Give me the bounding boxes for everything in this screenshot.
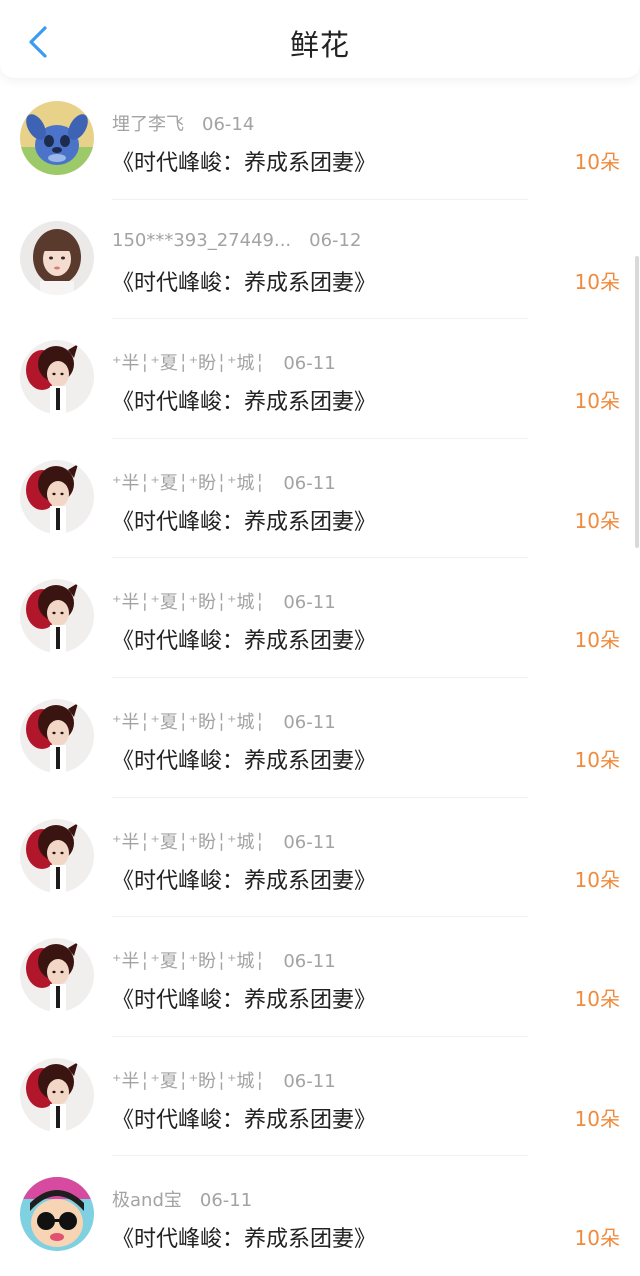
avatar[interactable] bbox=[20, 938, 94, 1013]
avatar[interactable] bbox=[20, 220, 94, 295]
user-meta: ⁺半╎⁺夏╎⁺盼╎⁺城╎ 06-11 bbox=[112, 588, 336, 614]
user-meta: ⁺半╎⁺夏╎⁺盼╎⁺城╎ 06-11 bbox=[112, 708, 336, 734]
book-title[interactable]: 《时代峰峻：养成系团妻》 bbox=[112, 623, 376, 655]
user-meta: ⁺半╎⁺夏╎⁺盼╎⁺城╎ 06-11 bbox=[112, 1067, 336, 1093]
list-item[interactable]: ⁺半╎⁺夏╎⁺盼╎⁺城╎ 06-11 《时代峰峻：养成系团妻》 10朵 bbox=[0, 319, 640, 439]
timestamp: 06-11 bbox=[283, 472, 336, 494]
username[interactable]: 极and宝 bbox=[112, 1190, 182, 1211]
list-item[interactable]: ⁺半╎⁺夏╎⁺盼╎⁺城╎ 06-11 《时代峰峻：养成系团妻》 10朵 bbox=[0, 439, 640, 559]
flower-amount: 10朵 bbox=[574, 150, 620, 174]
timestamp: 06-11 bbox=[283, 951, 336, 973]
book-title[interactable]: 《时代峰峻：养成系团妻》 bbox=[112, 863, 376, 895]
book-title[interactable]: 《时代峰峻：养成系团妻》 bbox=[112, 982, 376, 1014]
book-title[interactable]: 《时代峰峻：养成系团妻》 bbox=[112, 145, 376, 177]
avatar[interactable] bbox=[20, 1177, 94, 1252]
username[interactable]: ⁺半╎⁺夏╎⁺盼╎⁺城╎ bbox=[112, 712, 265, 733]
list-item[interactable]: ⁺半╎⁺夏╎⁺盼╎⁺城╎ 06-11 《时代峰峻：养成系团妻》 10朵 bbox=[0, 678, 640, 798]
list-item[interactable]: ⁺半╎⁺夏╎⁺盼╎⁺城╎ 06-11 《时代峰峻：养成系团妻》 10朵 bbox=[0, 1037, 640, 1157]
book-title[interactable]: 《时代峰峻：养成系团妻》 bbox=[112, 265, 376, 297]
user-meta: ⁺半╎⁺夏╎⁺盼╎⁺城╎ 06-11 bbox=[112, 947, 336, 973]
flower-amount: 10朵 bbox=[574, 269, 620, 294]
top-nav-bar: 鲜花 bbox=[0, 0, 640, 78]
avatar[interactable] bbox=[20, 579, 94, 654]
user-meta: 极and宝 06-11 bbox=[112, 1186, 252, 1212]
book-title[interactable]: 《时代峰峻：养成系团妻》 bbox=[112, 1221, 376, 1253]
flower-amount: 10朵 bbox=[574, 747, 620, 772]
book-title[interactable]: 《时代峰峻：养成系团妻》 bbox=[112, 743, 376, 775]
avatar[interactable] bbox=[20, 1057, 94, 1132]
flower-amount: 10朵 bbox=[574, 1106, 620, 1131]
user-meta: ⁺半╎⁺夏╎⁺盼╎⁺城╎ 06-11 bbox=[112, 469, 336, 495]
flower-amount: 10朵 bbox=[574, 389, 620, 414]
scrollbar[interactable] bbox=[635, 256, 639, 548]
book-title[interactable]: 《时代峰峻：养成系团妻》 bbox=[112, 504, 376, 536]
timestamp: 06-11 bbox=[199, 1190, 253, 1212]
flower-amount: 10朵 bbox=[574, 987, 620, 1012]
flower-amount: 10朵 bbox=[574, 867, 620, 892]
list-item[interactable]: 150***393_27449... 06-12 《时代峰峻：养成系团妻》 10朵 bbox=[0, 200, 640, 320]
page-title: 鲜花 bbox=[289, 28, 350, 62]
timestamp: 06-14 bbox=[202, 114, 255, 135]
book-title[interactable]: 《时代峰峻：养成系团妻》 bbox=[112, 1102, 376, 1134]
flower-amount: 10朵 bbox=[574, 628, 620, 653]
flower-amount: 10朵 bbox=[574, 1226, 620, 1251]
avatar[interactable] bbox=[20, 101, 94, 175]
username[interactable]: ⁺半╎⁺夏╎⁺盼╎⁺城╎ bbox=[112, 592, 265, 613]
username[interactable]: ⁺半╎⁺夏╎⁺盼╎⁺城╎ bbox=[112, 832, 265, 853]
timestamp: 06-11 bbox=[283, 1070, 336, 1092]
timestamp: 06-11 bbox=[283, 353, 336, 375]
username[interactable]: ⁺半╎⁺夏╎⁺盼╎⁺城╎ bbox=[112, 951, 265, 972]
username[interactable]: 150***393_27449... bbox=[112, 230, 291, 251]
user-meta: ⁺半╎⁺夏╎⁺盼╎⁺城╎ 06-11 bbox=[112, 349, 336, 375]
list-item[interactable]: ⁺半╎⁺夏╎⁺盼╎⁺城╎ 06-11 《时代峰峻：养成系团妻》 10朵 bbox=[0, 798, 640, 918]
flower-record-list: 埋了李飞 06-14 《时代峰峻：养成系团妻》 10朵 150***393_27449.… bbox=[0, 80, 640, 1276]
list-item[interactable]: 极and宝 06-11 《时代峰峻：养成系团妻》 10朵 bbox=[0, 1156, 640, 1276]
timestamp: 06-11 bbox=[283, 831, 336, 853]
username[interactable]: ⁺半╎⁺夏╎⁺盼╎⁺城╎ bbox=[112, 1071, 265, 1092]
list-item[interactable]: ⁺半╎⁺夏╎⁺盼╎⁺城╎ 06-11 《时代峰峻：养成系团妻》 10朵 bbox=[0, 917, 640, 1037]
list-item[interactable]: ⁺半╎⁺夏╎⁺盼╎⁺城╎ 06-11 《时代峰峻：养成系团妻》 10朵 bbox=[0, 558, 640, 678]
list-item[interactable]: 埋了李飞 06-14 《时代峰峻：养成系团妻》 10朵 bbox=[0, 80, 640, 200]
book-title[interactable]: 《时代峰峻：养成系团妻》 bbox=[112, 384, 376, 416]
timestamp: 06-11 bbox=[283, 592, 336, 614]
avatar[interactable] bbox=[20, 459, 94, 534]
avatar[interactable] bbox=[20, 818, 94, 893]
user-meta: 埋了李飞 06-14 bbox=[112, 110, 254, 136]
avatar[interactable] bbox=[20, 698, 94, 773]
username[interactable]: 埋了李飞 bbox=[112, 114, 184, 135]
timestamp: 06-12 bbox=[309, 229, 362, 251]
user-meta: 150***393_27449... 06-12 bbox=[112, 230, 361, 251]
username[interactable]: ⁺半╎⁺夏╎⁺盼╎⁺城╎ bbox=[112, 353, 265, 374]
username[interactable]: ⁺半╎⁺夏╎⁺盼╎⁺城╎ bbox=[112, 473, 265, 494]
user-meta: ⁺半╎⁺夏╎⁺盼╎⁺城╎ 06-11 bbox=[112, 828, 336, 854]
avatar[interactable] bbox=[20, 340, 94, 415]
flower-amount: 10朵 bbox=[574, 508, 620, 533]
timestamp: 06-11 bbox=[283, 711, 336, 733]
